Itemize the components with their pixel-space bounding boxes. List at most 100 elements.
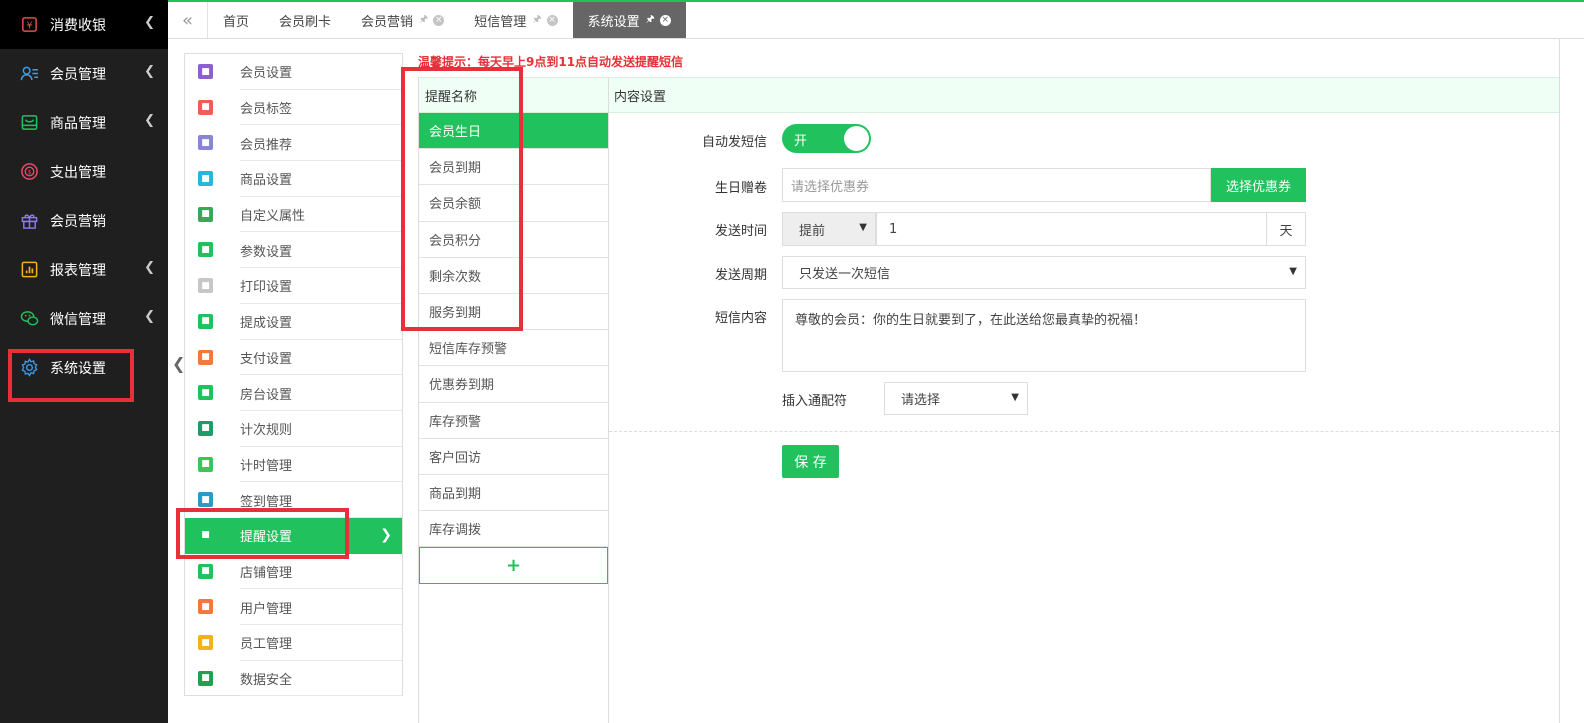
settings-item-2[interactable]: ■ 会员推荐 <box>185 125 402 162</box>
settings-item-10[interactable]: ■ 计次规则 <box>185 411 402 447</box>
svg-text:$: $ <box>28 170 32 176</box>
wildcard-select[interactable]: 请选择 ▼ <box>884 382 1028 415</box>
tabs-back-icon[interactable]: « <box>168 2 208 38</box>
goods-icon <box>20 113 39 132</box>
settings-item-8[interactable]: ■ 支付设置 <box>185 340 402 376</box>
collapse-chevron-icon[interactable]: ❮ <box>172 354 185 373</box>
cycle-label: 发送周期 <box>714 268 767 283</box>
settings-item-icon: ■ <box>198 349 213 365</box>
tab-1[interactable]: 会员刷卡 <box>264 2 346 38</box>
coupon-input[interactable]: 请选择优惠券 <box>782 168 1211 202</box>
member-icon <box>20 64 39 83</box>
sidebar-item-5[interactable]: 报表管理 ❮ <box>0 245 168 294</box>
settings-item-label: 自定义属性 <box>240 209 306 225</box>
sms-content-textarea[interactable]: 尊敬的会员：你的生日就要到了，在此送给您最真挚的祝福！ <box>782 299 1306 372</box>
chevron-down-icon: ▼ <box>859 222 867 233</box>
settings-item-4[interactable]: ■ 自定义属性 <box>185 197 402 233</box>
sidebar-item-label: 商品管理 <box>50 115 106 132</box>
sidebar-item-3[interactable]: $ 支出管理 <box>0 147 168 196</box>
settings-item-label: 员工管理 <box>240 637 293 653</box>
close-icon[interactable]: × <box>546 14 558 26</box>
settings-item-7[interactable]: ■ 提成设置 <box>185 304 402 340</box>
settings-item-icon: ■ <box>198 99 213 115</box>
tab-2[interactable]: 会员营销 🖈 × <box>346 2 459 38</box>
settings-item-11[interactable]: ■ 计时管理 <box>185 447 402 483</box>
reminder-item-10[interactable]: 商品到期 <box>419 475 608 512</box>
reminder-item-1[interactable]: 会员到期 <box>419 149 608 186</box>
sidebar-item-label: 支出管理 <box>50 164 106 181</box>
settings-item-16[interactable]: ■ 员工管理 <box>185 625 402 661</box>
settings-item-icon: ■ <box>198 527 213 543</box>
pin-icon[interactable]: 🖈 <box>646 12 655 29</box>
reminder-list: 提醒名称 会员生日 会员到期 会员余额 会员积分 剩余次数 服务到期 短信库存预警 优惠券到期… <box>418 77 609 723</box>
settings-item-17[interactable]: ■ 数据安全 <box>185 661 402 697</box>
sidebar-item-6[interactable]: 微信管理 ❮ <box>0 294 168 343</box>
pin-icon[interactable]: 🖈 <box>419 12 428 29</box>
reminder-item-5[interactable]: 服务到期 <box>419 294 608 331</box>
svg-text:¥: ¥ <box>26 20 32 31</box>
reminder-item-11[interactable]: 库存调拨 <box>419 511 608 548</box>
settings-item-label: 计时管理 <box>240 458 293 474</box>
toggle-text: 开 <box>794 134 808 149</box>
reminder-item-6[interactable]: 短信库存预警 <box>419 330 608 367</box>
auto-sms-toggle[interactable]: 开 <box>782 124 871 153</box>
settings-menu: ■ 会员设置 ■ 会员标签 ■ 会员推荐 ■ 商品设置 ■ 自定义属性 ■ 参数设置 ■ 打印设置 ■ 提成设… <box>184 53 403 697</box>
sidebar-item-2[interactable]: 商品管理 ❮ <box>0 98 168 147</box>
settings-item-14[interactable]: ■ 店铺管理 <box>185 554 402 590</box>
settings-item-label: 数据安全 <box>240 673 293 689</box>
select-coupon-button[interactable]: 选择优惠券 <box>1211 168 1306 202</box>
form-divider <box>609 431 1559 432</box>
reminder-item-7[interactable]: 优惠券到期 <box>419 366 608 403</box>
chevron-left-icon: ❮ <box>144 15 155 30</box>
reminder-item-4[interactable]: 剩余次数 <box>419 258 608 294</box>
sidebar-item-label: 会员营销 <box>50 213 106 230</box>
reminder-item-3[interactable]: 会员积分 <box>419 222 608 258</box>
reminder-item-0[interactable]: 会员生日 <box>419 113 608 150</box>
sidebar-item-1[interactable]: 会员管理 ❮ <box>0 49 168 98</box>
tab-4[interactable]: 系统设置 🖈 × <box>572 2 686 38</box>
tab-0[interactable]: 首页 <box>208 2 264 38</box>
send-time-mode-select[interactable]: 提前 ▼ <box>782 212 876 246</box>
send-time-unit: 天 <box>1266 212 1306 246</box>
chevron-down-icon: ▼ <box>1011 391 1019 403</box>
settings-item-9[interactable]: ■ 房台设置 <box>185 375 402 411</box>
tab-3[interactable]: 短信管理 🖈 × <box>459 2 572 38</box>
gear-icon <box>20 358 39 377</box>
settings-item-12[interactable]: ■ 签到管理 <box>185 482 402 518</box>
sidebar-item-7[interactable]: 系统设置 <box>0 343 168 392</box>
sidebar-item-4[interactable]: 会员营销 <box>0 196 168 245</box>
send-cycle-value: 只发送一次短信 <box>799 267 891 282</box>
reminder-item-2[interactable]: 会员余额 <box>419 185 608 222</box>
settings-item-icon: ■ <box>198 670 213 686</box>
close-icon[interactable]: × <box>433 14 445 26</box>
settings-item-label: 打印设置 <box>240 280 293 296</box>
settings-item-6[interactable]: ■ 打印设置 <box>185 268 402 304</box>
wildcard-label: 插入通配符 <box>782 394 848 409</box>
settings-item-1[interactable]: ■ 会员标签 <box>185 90 402 126</box>
settings-item-13[interactable]: ■ 提醒设置 ❯ <box>185 517 402 554</box>
send-cycle-select[interactable]: 只发送一次短信 ▼ <box>782 256 1306 289</box>
send-time-input[interactable]: 1 <box>876 212 1267 246</box>
reminder-list-header: 提醒名称 <box>419 77 608 113</box>
reminder-item-9[interactable]: 客户回访 <box>419 439 608 475</box>
pin-icon[interactable]: 🖈 <box>532 12 541 29</box>
settings-item-label: 店铺管理 <box>240 565 293 581</box>
settings-item-label: 参数设置 <box>240 244 293 260</box>
add-reminder-button[interactable]: + <box>419 547 608 585</box>
save-button[interactable]: 保 存 <box>782 445 839 478</box>
settings-item-0[interactable]: ■ 会员设置 <box>185 54 402 90</box>
chevron-left-icon: ❮ <box>144 113 155 128</box>
settings-item-icon: ■ <box>198 242 213 258</box>
settings-item-15[interactable]: ■ 用户管理 <box>185 589 402 625</box>
warm-tip: 温馨提示：每天早上9点到11点自动发送提醒短信 <box>418 55 684 69</box>
tab-bar: « 首页 会员刷卡 会员营销 🖈 × 短信管理 🖈 × 系统设置 🖈 × <box>168 0 1584 39</box>
close-icon[interactable]: × <box>659 14 671 26</box>
sidebar-item-0[interactable]: ¥ 消费收银 ❮ <box>0 0 168 49</box>
settings-item-label: 签到管理 <box>240 494 293 510</box>
sidebar-item-label: 系统设置 <box>50 360 106 377</box>
settings-item-3[interactable]: ■ 商品设置 <box>185 161 402 197</box>
wildcard-value: 请选择 <box>901 393 941 408</box>
settings-item-5[interactable]: ■ 参数设置 <box>185 232 402 269</box>
settings-item-label: 提醒设置 <box>240 530 293 546</box>
reminder-item-8[interactable]: 库存预警 <box>419 403 608 439</box>
